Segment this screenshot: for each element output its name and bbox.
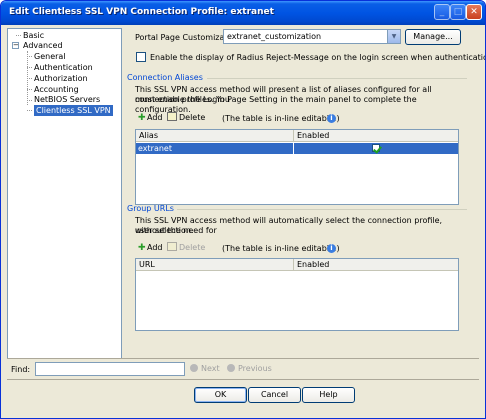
collapse-icon[interactable]: −	[12, 42, 19, 49]
nav-item-authorization[interactable]: Authorization	[34, 73, 88, 84]
close-icon[interactable]: ✕	[466, 4, 482, 20]
window-title: Edit Clientless SSL VPN Connection Profi…	[9, 7, 274, 17]
nav-item-netbios-servers[interactable]: NetBIOS Servers	[34, 94, 100, 105]
main-panel: Portal Page Customization: extranet_cust…	[127, 28, 485, 359]
group-urls-delete-button[interactable]: Delete	[167, 241, 205, 254]
alias-enabled-checkbox[interactable]	[372, 144, 380, 152]
find-label: Find:	[11, 365, 31, 374]
nav-tree: Basic − Advanced General Authentication …	[7, 28, 122, 359]
add-icon: ✚	[138, 113, 146, 123]
portal-customization-select[interactable]: extranet_customization ▼	[223, 29, 401, 44]
portal-customization-value: extranet_customization	[227, 32, 322, 41]
find-next-label: Next	[201, 364, 220, 373]
divider	[7, 379, 479, 380]
group-urls-delete-label: Delete	[179, 243, 206, 252]
next-icon	[190, 364, 198, 372]
manage-button[interactable]: Manage...	[405, 29, 461, 45]
nav-item-clientless-ssl-vpn[interactable]: Clientless SSL VPN	[34, 105, 113, 116]
table-row[interactable]: extranet	[136, 143, 458, 154]
cancel-button[interactable]: Cancel	[248, 387, 301, 403]
connection-aliases-heading: Connection Aliases	[127, 73, 203, 82]
nav-item-authentication[interactable]: Authentication	[34, 62, 93, 73]
alias-column-header[interactable]: Alias	[136, 130, 294, 142]
ok-button[interactable]: OK	[194, 387, 247, 403]
find-bar: Find: Next Previous	[7, 361, 479, 377]
radius-reject-checkbox[interactable]	[136, 52, 146, 62]
nav-item-advanced[interactable]: Advanced	[23, 40, 63, 51]
find-next-button[interactable]: Next	[190, 364, 220, 373]
minimize-icon[interactable]: _	[434, 4, 450, 20]
find-previous-label: Previous	[238, 364, 272, 373]
find-input[interactable]	[35, 362, 185, 376]
aliases-editable-note: (The table is in-line editable.)	[222, 114, 340, 123]
group-urls-description-line2: user selection.	[135, 226, 194, 235]
divider	[7, 358, 479, 359]
info-icon: i	[327, 244, 336, 253]
alias-cell[interactable]: extranet	[136, 143, 292, 154]
group-urls-add-button[interactable]: ✚Add	[138, 241, 163, 254]
group-urls-add-label: Add	[147, 243, 163, 252]
delete-icon	[167, 112, 177, 121]
previous-icon	[227, 364, 235, 372]
delete-icon	[167, 242, 177, 251]
aliases-add-button[interactable]: ✚Add	[138, 111, 163, 124]
aliases-table[interactable]: Alias Enabled extranet	[135, 129, 459, 205]
info-icon: i	[327, 114, 336, 123]
section-divider	[177, 209, 467, 210]
group-urls-heading: Group URLs	[127, 204, 174, 213]
url-column-header[interactable]: URL	[136, 259, 294, 271]
chevron-down-icon[interactable]: ▼	[387, 30, 400, 43]
nav-item-general[interactable]: General	[34, 51, 66, 62]
title-bar[interactable]: Edit Clientless SSL VPN Connection Profi…	[1, 1, 485, 25]
aliases-add-label: Add	[147, 113, 163, 122]
section-divider	[207, 78, 467, 79]
aliases-delete-label: Delete	[179, 113, 206, 122]
aliases-delete-button[interactable]: Delete	[167, 111, 205, 124]
column-divider	[293, 143, 294, 154]
radius-reject-label: Enable the display of Radius Reject-Mess…	[150, 53, 485, 62]
maximize-icon[interactable]: □	[450, 4, 466, 20]
dialog-window: Edit Clientless SSL VPN Connection Profi…	[0, 0, 486, 419]
enabled-column-header[interactable]: Enabled	[294, 259, 458, 271]
group-urls-editable-note: (The table is in-line editable.)	[222, 244, 340, 253]
find-previous-button[interactable]: Previous	[227, 364, 272, 373]
add-icon: ✚	[138, 243, 146, 253]
help-button[interactable]: Help	[302, 387, 355, 403]
enabled-column-header[interactable]: Enabled	[294, 130, 458, 142]
group-urls-table[interactable]: URL Enabled	[135, 258, 459, 331]
